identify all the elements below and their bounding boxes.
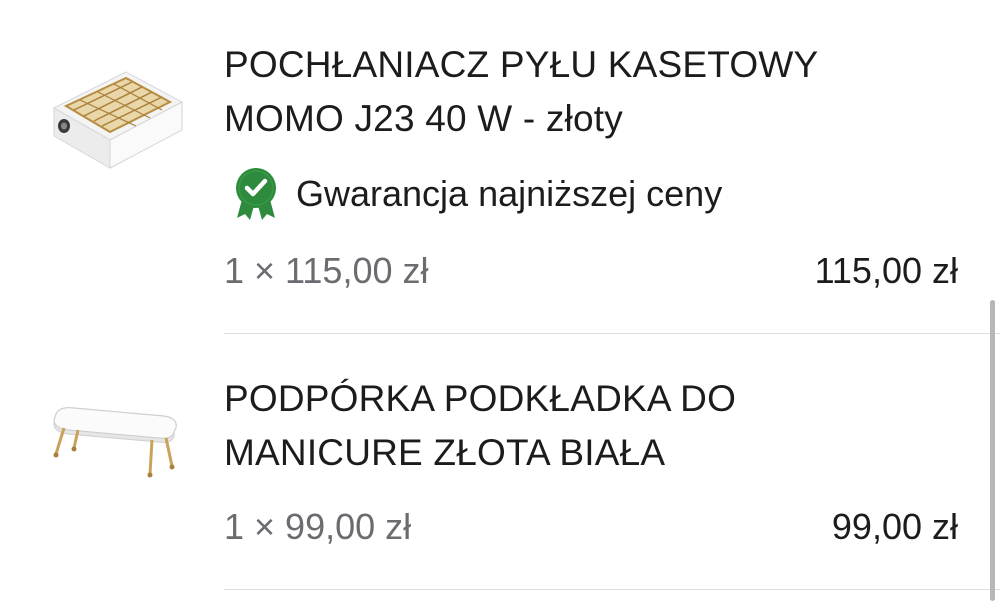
- product-title[interactable]: POCHŁANIACZ PYŁU KASETOWY MOMO J23 40 W …: [224, 38, 944, 146]
- guarantee-check-icon: [233, 166, 279, 222]
- product-title-line: POCHŁANIACZ PYŁU KASETOWY: [224, 44, 819, 85]
- product-title-line: PODPÓRKA PODKŁADKA DO: [224, 378, 737, 419]
- cart-items-page: POCHŁANIACZ PYŁU KASETOWY MOMO J23 40 W …: [0, 0, 1000, 601]
- product-title[interactable]: PODPÓRKA PODKŁADKA DO MANICURE ZŁOTA BIA…: [224, 372, 944, 480]
- product-title-line: MOMO J23 40 W - złoty: [224, 98, 623, 139]
- divider: [224, 589, 1000, 590]
- product-image-dust-collector[interactable]: [40, 40, 190, 180]
- badge-label: Gwarancja najniższej ceny: [296, 173, 723, 214]
- dust-collector-image: [52, 71, 184, 169]
- quantity-unit-price: 1 × 99,00 zł: [224, 506, 412, 547]
- scrollbar[interactable]: [990, 300, 995, 601]
- quantity-unit-price: 1 × 115,00 zł: [224, 250, 429, 291]
- product-image-armrest[interactable]: [40, 370, 190, 510]
- line-total: 115,00 zł: [814, 250, 958, 291]
- cart-item: POCHŁANIACZ PYŁU KASETOWY MOMO J23 40 W …: [0, 0, 1000, 333]
- product-title-line: MANICURE ZŁOTA BIAŁA: [224, 432, 666, 473]
- cart-item: PODPÓRKA PODKŁADKA DO MANICURE ZŁOTA BIA…: [0, 334, 1000, 589]
- manicure-armrest-image: [53, 407, 177, 478]
- lowest-price-guarantee-badge[interactable]: Gwarancja najniższej ceny: [233, 166, 722, 222]
- line-total: 99,00 zł: [831, 506, 958, 547]
